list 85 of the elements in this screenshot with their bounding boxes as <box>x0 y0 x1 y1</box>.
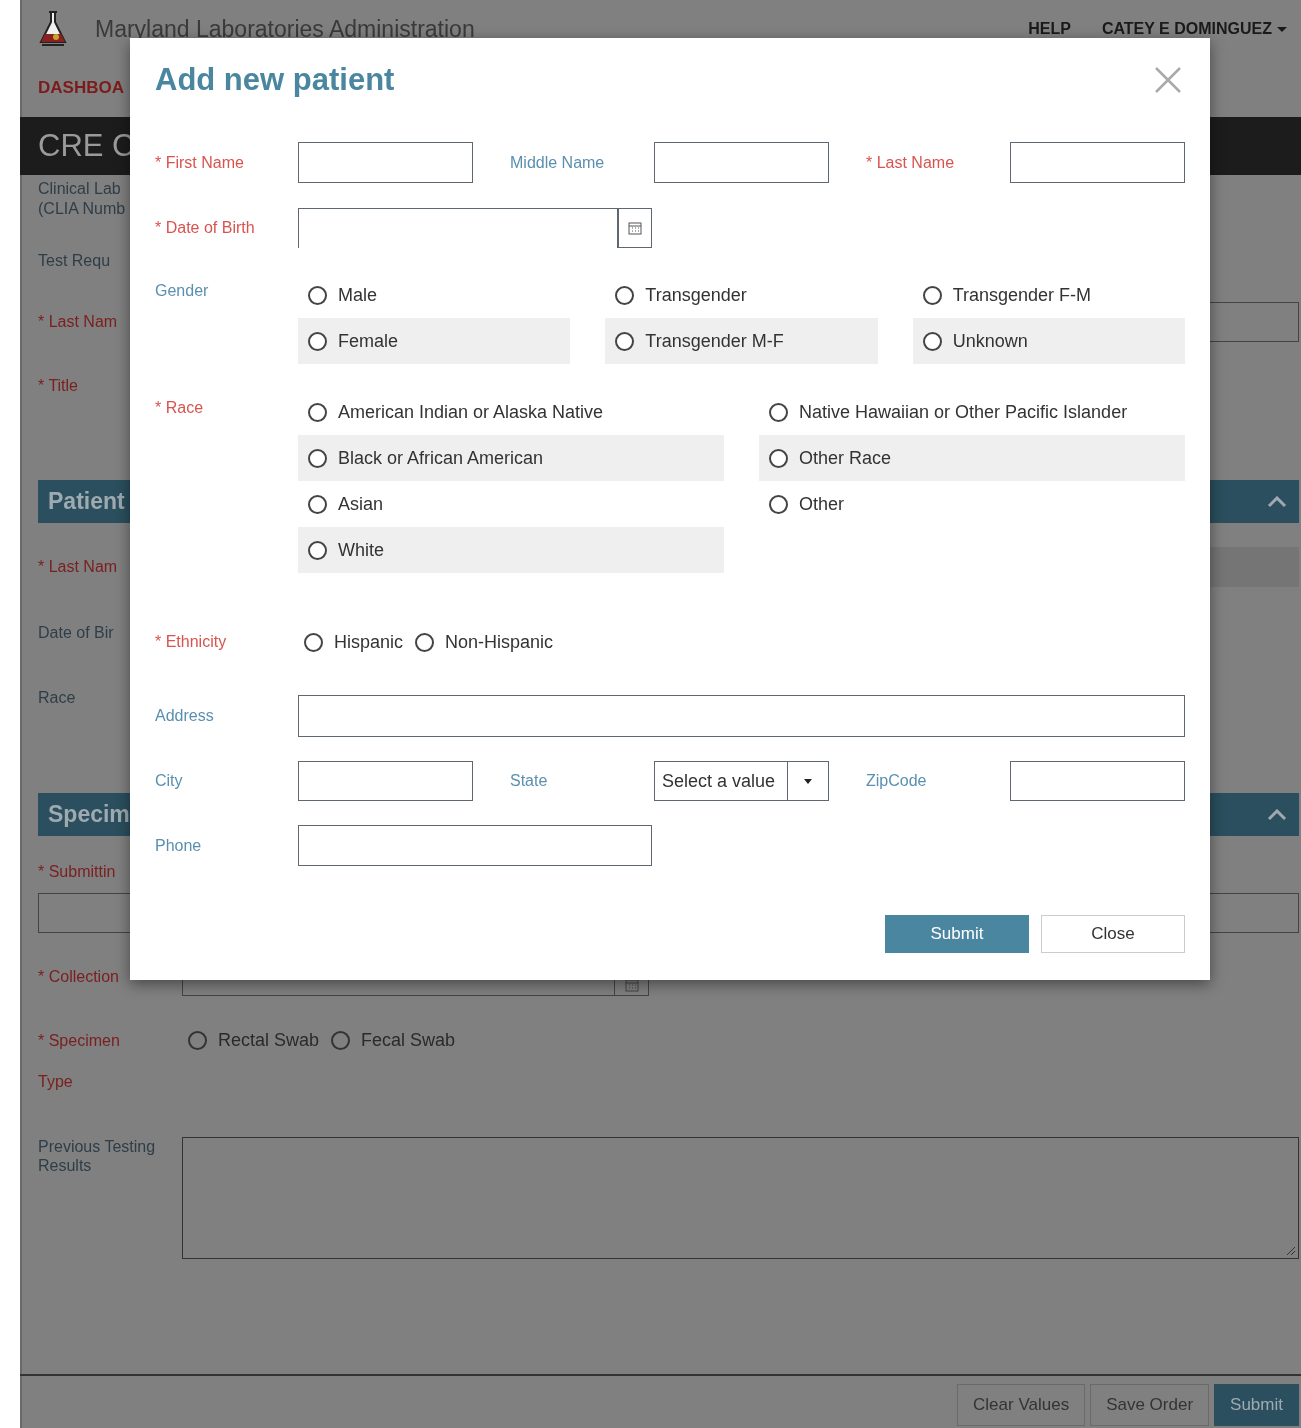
radio-button[interactable] <box>615 331 635 351</box>
section-title: Specim <box>48 801 130 828</box>
field-label: * Last Name <box>866 153 956 172</box>
radio-button[interactable] <box>308 540 327 560</box>
calendar-icon[interactable] <box>624 978 639 992</box>
radio-button[interactable] <box>308 285 327 305</box>
radio-button[interactable] <box>308 331 327 351</box>
field-label: Test Requ <box>38 251 111 270</box>
field-label: City <box>155 772 184 790</box>
radio-option[interactable]: Other Race <box>759 435 1185 481</box>
radio-button[interactable] <box>188 1030 207 1050</box>
name-field[interactable] <box>1010 142 1185 183</box>
radio-option[interactable]: Asian <box>298 481 724 527</box>
dialog-button[interactable]: Close <box>1041 915 1185 953</box>
name-field[interactable] <box>298 142 473 183</box>
radio-option[interactable]: Transgender <box>605 272 878 318</box>
field-label: Gender <box>155 281 210 301</box>
radio-button[interactable] <box>922 331 942 351</box>
phone-field[interactable] <box>298 825 652 866</box>
field-label: ZipCode <box>866 772 928 790</box>
lab-info-text: (CLIA Numb <box>38 199 127 219</box>
radio-button[interactable] <box>308 448 327 468</box>
field-label: * Title <box>38 377 78 395</box>
state-select[interactable]: Select a value <box>654 761 829 801</box>
radio-option[interactable]: Transgender M-F <box>605 318 878 364</box>
field-label: * Date of Birth <box>155 219 256 237</box>
field-label: Date of Bir <box>38 624 114 642</box>
calendar-icon <box>628 221 642 235</box>
field-label: Address <box>155 707 215 725</box>
zipcode-field[interactable] <box>1010 761 1185 801</box>
radio-option[interactable]: Fecal Swab <box>331 1029 456 1051</box>
flask-logo-icon <box>38 10 68 48</box>
radio-button[interactable] <box>769 494 788 514</box>
radio-button[interactable] <box>615 285 635 305</box>
field-label: * Submittin <box>38 863 116 881</box>
radio-button[interactable] <box>331 1030 351 1050</box>
radio-option[interactable]: Hispanic <box>304 622 404 662</box>
field-label: Middle Name <box>510 153 606 172</box>
radio-option[interactable]: Unknown <box>912 318 1185 364</box>
field-label: * First Name <box>155 153 245 172</box>
radio-option[interactable]: American Indian or Alaska Native <box>298 389 724 435</box>
user-menu[interactable]: CATEY E DOMINGUEZ <box>1101 20 1287 38</box>
field-label: * Specimen Type <box>38 1031 121 1092</box>
calendar-button[interactable] <box>618 208 652 248</box>
field-label: State <box>510 772 549 790</box>
field-label: Phone <box>155 836 203 855</box>
radio-option[interactable]: Transgender F-M <box>912 272 1185 318</box>
field-label: * Last Nam <box>38 558 118 576</box>
app-title: Maryland Laboratories Administration <box>95 15 476 43</box>
field-label: Previous Testing Results <box>38 1137 157 1175</box>
radio-option[interactable]: Black or African American <box>298 435 724 481</box>
help-link[interactable]: HELP <box>1028 20 1071 38</box>
radio-button[interactable] <box>308 402 327 422</box>
field-label: * Ethnicity <box>155 633 228 651</box>
dialog-title: Add new patient <box>155 62 395 98</box>
radio-button[interactable] <box>769 448 788 468</box>
radio-button[interactable] <box>304 632 323 652</box>
footer-button[interactable]: Submit <box>1214 1384 1299 1426</box>
radio-button[interactable] <box>769 402 788 422</box>
chevron-up-icon[interactable] <box>1267 495 1287 508</box>
radio-option[interactable]: Other <box>759 481 1185 527</box>
radio-option[interactable]: Female <box>298 318 571 364</box>
radio-option[interactable]: Non-Hispanic <box>415 622 554 662</box>
field-label: * Race <box>155 398 205 418</box>
dialog-button[interactable]: Submit <box>885 915 1029 953</box>
date-field[interactable] <box>298 208 618 248</box>
section-title: Patient <box>48 488 125 515</box>
field-label: Race <box>38 689 76 707</box>
name-field[interactable] <box>654 142 829 183</box>
radio-button[interactable] <box>415 632 435 652</box>
radio-option[interactable]: Rectal Swab <box>188 1029 320 1051</box>
caret-icon <box>804 778 812 784</box>
address-field[interactable] <box>298 695 1185 737</box>
field-label: * Last Nam <box>38 313 118 331</box>
resize-grip-icon[interactable] <box>1286 1246 1296 1256</box>
city-field[interactable] <box>298 761 473 801</box>
chevron-up-icon[interactable] <box>1267 808 1287 821</box>
field-label: * Collection <box>38 968 119 986</box>
radio-button[interactable] <box>922 285 942 305</box>
radio-option[interactable]: White <box>298 527 724 573</box>
caret-icon <box>1277 26 1287 32</box>
lab-info-text: Clinical Lab <box>38 179 122 199</box>
radio-option[interactable]: Native Hawaiian or Other Pacific Islander <box>759 389 1185 435</box>
radio-option[interactable]: Male <box>298 272 571 318</box>
radio-button[interactable] <box>308 494 327 514</box>
